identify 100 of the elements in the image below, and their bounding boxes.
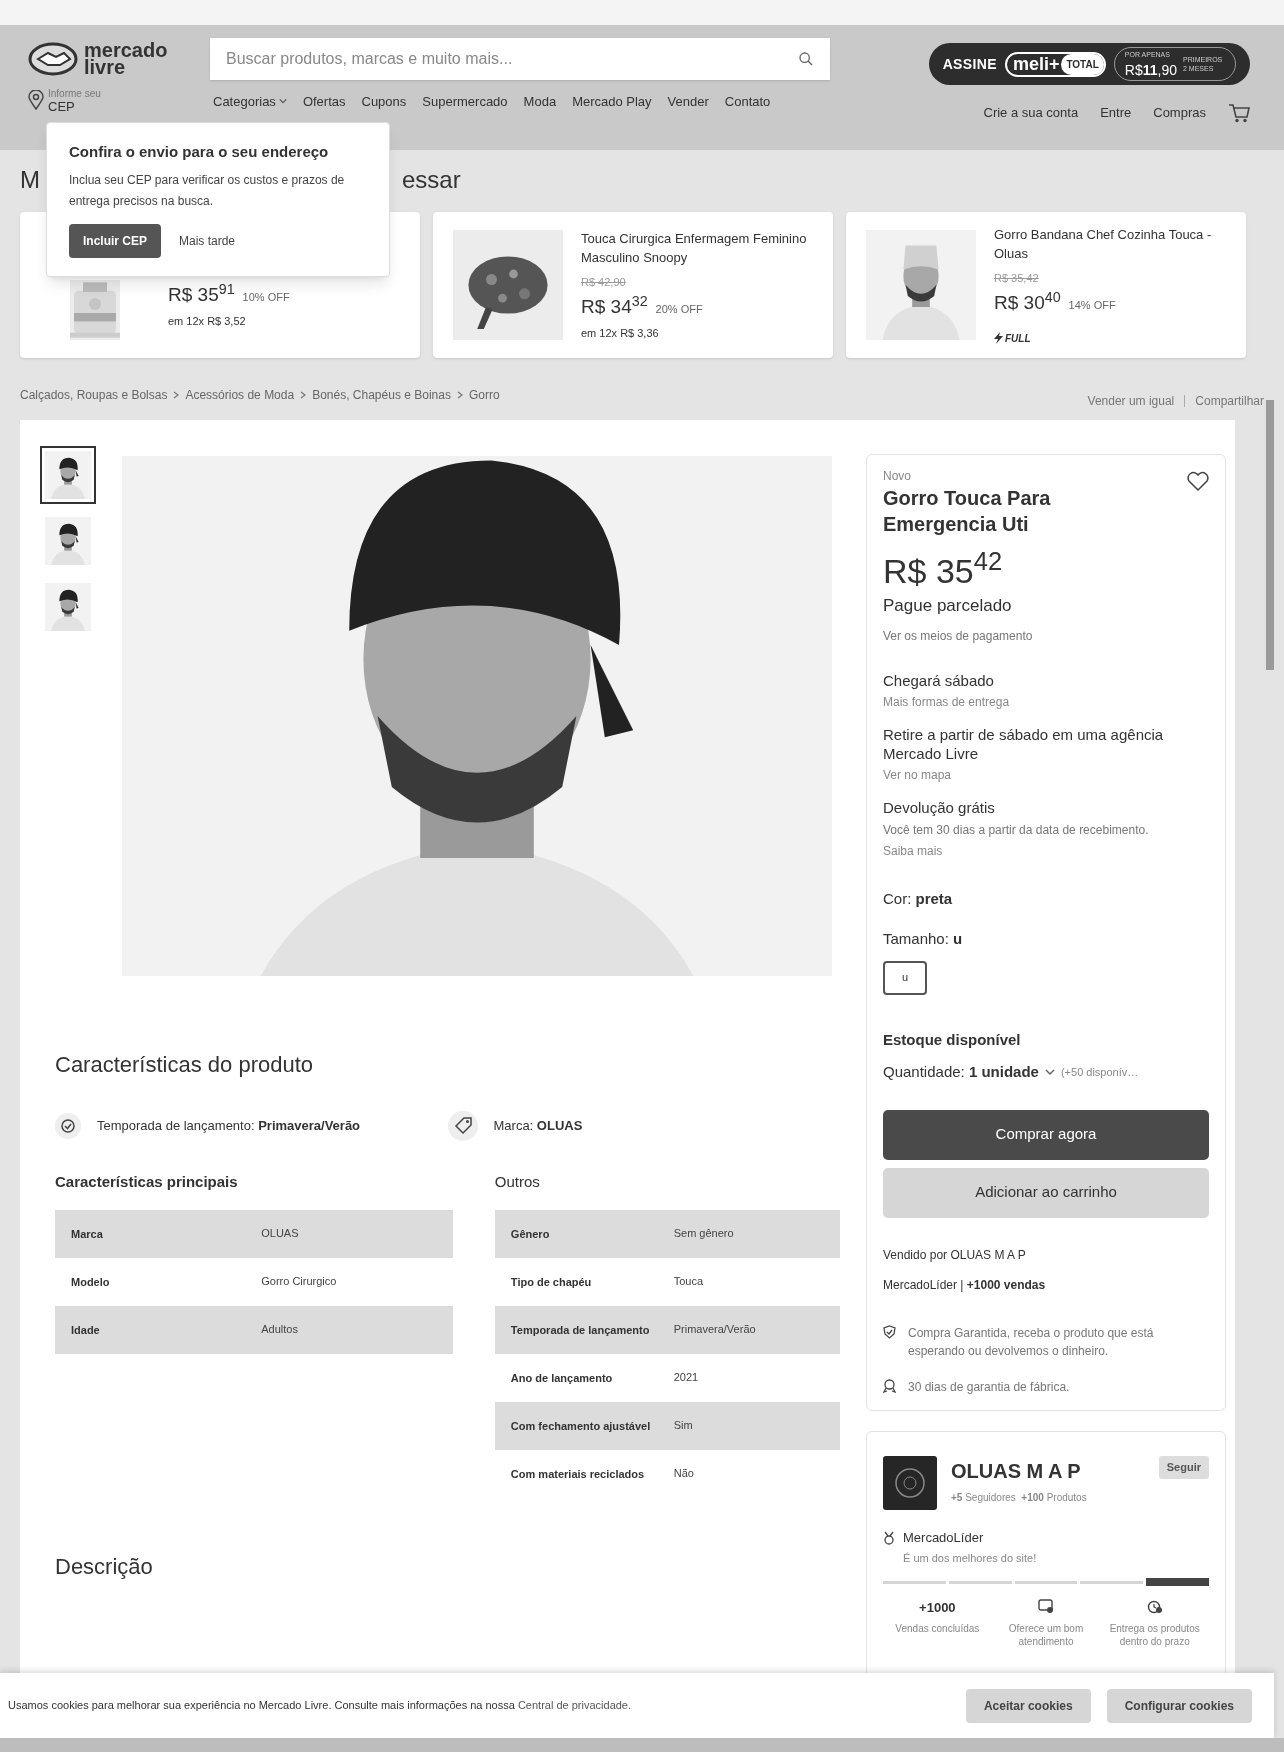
product-title[interactable]: Touca Cirurgica Enfermagem Feminino Masculino Snoopy (581, 228, 813, 267)
table-cell-text: Gênero (510, 1226, 551, 1242)
shipping-title: Chegará sábado (883, 670, 995, 690)
store-logo-icon (883, 1456, 937, 1510)
nav-link[interactable]: Contato (724, 91, 771, 111)
brand-text: meli+ (1012, 54, 1060, 74)
price: R$ 30$^{40}$ (994, 289, 1061, 315)
privacy-link[interactable]: Central de privacidade. (517, 1699, 632, 1712)
breadcrumb-link[interactable]: Bonés, Chapéus e Boinas (312, 386, 451, 404)
location-pin-icon (28, 90, 44, 110)
installments-text: Pague parcelado (883, 595, 1013, 617)
account-link[interactable]: Crie a sua conta (983, 103, 1079, 123)
table-cell-text: Tipo de chapéu (510, 1274, 593, 1290)
shipping-link[interactable]: Mais formas de entrega (883, 692, 1209, 711)
shipping-link[interactable]: Saiba mais (883, 841, 1209, 860)
include-cep-button[interactable]: Incluir CEP (69, 223, 161, 258)
section-title: essar (402, 165, 461, 195)
nav-link[interactable]: Mercado Play (572, 91, 652, 111)
clock-icon (1146, 1598, 1163, 1614)
table-cell-text: Primavera/Verão (673, 1322, 757, 1338)
popup-text: Inclua seu CEP para verificar os custos e prazos de entrega precisos na busca. (69, 171, 346, 210)
nav-link[interactable]: Categorias (213, 91, 287, 111)
search-field[interactable]: Buscar produtos, marcas e muito mais... (210, 38, 830, 80)
banner-text: ASSINE (942, 54, 997, 74)
table-cell-text: Marca (71, 1226, 104, 1242)
section-title: M (20, 165, 40, 195)
seller-stats: +5 Seguidores +100 Produtos (951, 1491, 1088, 1505)
benefit-text: 30 dias de garantia de fábrica. (908, 1378, 1070, 1396)
old-price: R$ 42,90 (581, 274, 627, 290)
breadcrumb-link[interactable]: Calçados, Roupas e Bolsas (20, 386, 168, 404)
product-title[interactable]: Gorro Bandana Chef Cozinha Touca - Oluas (994, 224, 1226, 263)
table-cell-text: Gorro Cirurgico (261, 1274, 338, 1290)
popup-title: Confira o envio para o seu endereço (69, 142, 330, 162)
scrollbar-thumb[interactable] (1266, 400, 1274, 670)
table-cell-text: Com fechamento ajustável (510, 1418, 652, 1434)
condition-text: Novo (883, 468, 911, 485)
breadcrumb-link[interactable]: Gorro (468, 386, 500, 404)
metric-value: +1000 (919, 1599, 956, 1617)
chevron-down-icon (1044, 1068, 1055, 1077)
table-cell-text: Com materiais reciclados (510, 1466, 646, 1482)
shipping-link[interactable]: Ver no mapa (883, 765, 1209, 784)
nav-link[interactable]: Moda (523, 91, 557, 111)
payment-link[interactable]: Ver os meios de pagamento (883, 626, 1209, 645)
table-cell-text: Não (673, 1466, 695, 1482)
configure-cookies-button[interactable]: Configurar cookies (1106, 1688, 1252, 1723)
table-cell-text: Modelo (71, 1274, 111, 1290)
chevron-right-icon (300, 391, 307, 399)
search-icon (798, 51, 814, 67)
table-cell-text: Touca (673, 1274, 705, 1290)
size-option-button[interactable]: u (883, 960, 927, 995)
availability-text: (+50 disponív… (1060, 1065, 1139, 1080)
chevron-right-icon (173, 391, 180, 399)
table-heading: Outros (494, 1172, 541, 1192)
heart-icon (1187, 471, 1209, 491)
nav-link[interactable]: Vender (667, 91, 709, 111)
table-cell-text: Sem gênero (673, 1226, 735, 1242)
section-heading: Características do produto (55, 1051, 315, 1079)
table-cell-text: Temporada de lançamento (510, 1322, 651, 1338)
discount-text: 20% OFF (655, 302, 703, 318)
logo-text: livre (84, 59, 126, 76)
action-link[interactable]: Vender um igual (1087, 392, 1175, 410)
handshake-logo-icon (28, 41, 78, 77)
thumbnail-button[interactable] (40, 446, 96, 504)
account-link[interactable]: Compras (1153, 103, 1206, 123)
quantity-dropdown[interactable]: Quantidade: 1 unidade (883, 1061, 1055, 1084)
full-label: FULL (1005, 331, 1031, 346)
account-link[interactable]: Entre (1100, 103, 1132, 123)
check-circle-icon (55, 1113, 81, 1139)
nav-link[interactable]: Cupons (361, 91, 407, 111)
color-label: Cor: preta (883, 888, 954, 909)
product-card[interactable]: Touca Cirurgica Enfermagem Feminino Masculino Snoopy R$ 42,90 R$ 34$^{32}$ 20% OFF em 12x R$ 3,36 (433, 212, 833, 358)
buy-now-button[interactable]: Comprar agora (883, 1109, 1209, 1160)
table-heading: Características principais (55, 1172, 239, 1192)
action-link[interactable]: Compartilhar (1195, 392, 1264, 410)
seller-name: OLUAS M A P (951, 1459, 1082, 1484)
location-button[interactable]: Informe seu CEP (28, 87, 213, 113)
installments-text: em 12x R$ 3,52 (168, 313, 247, 329)
breadcrumb-link[interactable]: Acessórios de Moda (185, 386, 295, 404)
lightning-icon (994, 332, 1003, 344)
shipping-title: Devolução grátis (883, 797, 996, 817)
feature-text: Temporada de lançamento: Primavera/Verão (97, 1117, 361, 1136)
product-price: R$ 35$^{42}$ (883, 551, 1004, 591)
nav-link[interactable]: Ofertas (302, 91, 346, 111)
nav-link[interactable]: Supermercado (422, 91, 508, 111)
metric-label: Oferece um bom atendimento (1007, 1622, 1085, 1648)
old-price: R$ 35,42 (994, 270, 1040, 286)
table-cell-text: OLUAS (261, 1226, 300, 1242)
logo-text: mercado (84, 42, 168, 59)
add-to-cart-button[interactable]: Adicionar ao carrinho (883, 1167, 1209, 1218)
follow-button[interactable]: Seguir (1158, 1456, 1209, 1479)
cookie-text: Usamos cookies para melhorar sua experiência no Mercado Livre. Consulte mais informações na nossa Central de privacidade. (8, 1698, 632, 1714)
badge-text: É um dos melhores do site! (903, 1550, 1038, 1566)
later-button[interactable]: Mais tarde (179, 231, 236, 250)
discount-text: 14% OFF (1068, 298, 1116, 313)
tag-icon (447, 1111, 478, 1141)
location-text: Informe seu (48, 87, 101, 100)
product-card[interactable]: Gorro Bandana Chef Cozinha Touca - Oluas R$ 35,42 R$ 30$^{40}$ 14% OFF FULL (846, 212, 1246, 358)
accept-cookies-button[interactable]: Aceitar cookies (965, 1688, 1091, 1723)
location-text: CEP (48, 100, 76, 113)
seller-status: MercadoLíder | +1000 vendas (883, 1276, 1047, 1294)
